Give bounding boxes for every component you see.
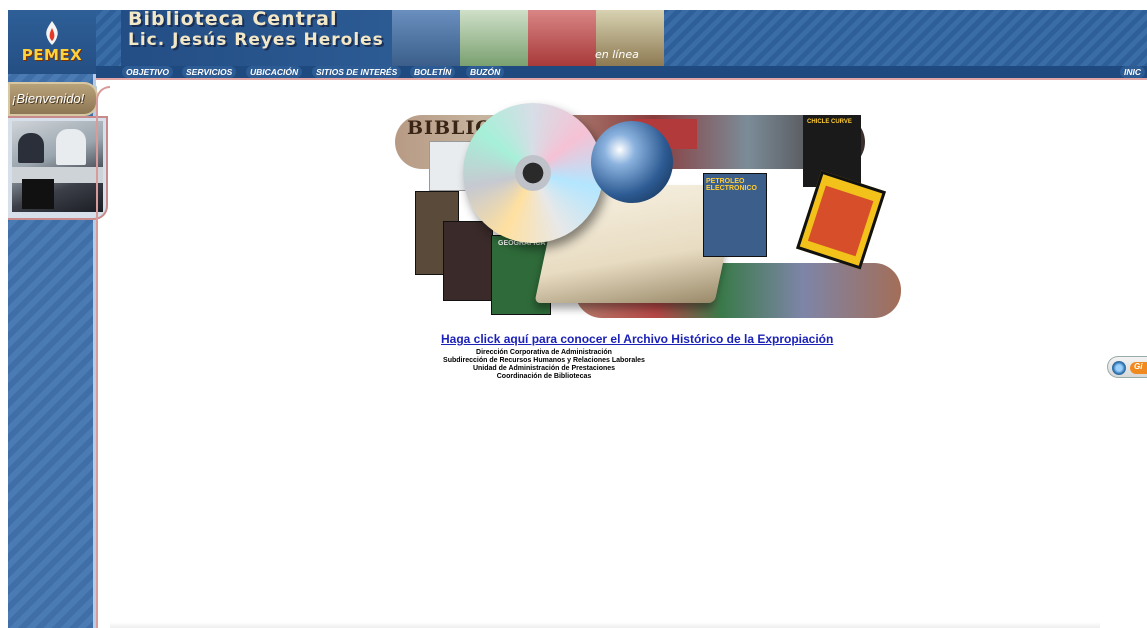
globe-badge-icon bbox=[1112, 361, 1126, 375]
library-collage-image[interactable]: BIBLIO GEOGRAFICA PETROLEO ELECTRONICO C… bbox=[395, 103, 901, 320]
nav-ubicacion[interactable]: UBICACIÓN bbox=[246, 66, 303, 78]
site-subtitle: Lic. Jesús Reyes Heroles bbox=[128, 30, 384, 50]
credit-line: Unidad de Administración de Prestaciones bbox=[472, 365, 616, 372]
nav-servicios[interactable]: SERVICIOS bbox=[182, 66, 237, 78]
credit-line: Subdirección de Recursos Humanos y Relac… bbox=[443, 357, 645, 364]
site-title: Biblioteca Central bbox=[128, 8, 338, 30]
badge-tab: Gi bbox=[1130, 362, 1147, 374]
pemex-flame-icon bbox=[46, 21, 58, 45]
side-badge-button[interactable]: Gi bbox=[1107, 356, 1147, 378]
bottom-shadow bbox=[110, 622, 1100, 628]
collage-magazine bbox=[443, 221, 493, 301]
welcome-tab: ¡Bienvenido! bbox=[8, 82, 98, 116]
nav-divider bbox=[96, 78, 1147, 86]
pemex-logo[interactable]: PEMEX bbox=[8, 10, 96, 74]
nav-boletin[interactable]: BOLETÍN bbox=[410, 66, 456, 78]
nav-sitios-de-interes[interactable]: SITIOS DE INTERÉS bbox=[312, 66, 402, 78]
sidebar-photo bbox=[12, 121, 103, 212]
nav-bar: OBJETIVO SERVICIOS UBICACIÓN SITIOS DE I… bbox=[96, 66, 1147, 78]
online-tagline: en línea bbox=[595, 48, 639, 61]
welcome-label: ¡Bienvenido! bbox=[12, 91, 85, 106]
cd-disc-icon bbox=[463, 103, 603, 243]
nav-buzon[interactable]: BUZÓN bbox=[466, 66, 505, 78]
globe-icon bbox=[591, 121, 673, 203]
content-edge bbox=[96, 86, 110, 628]
page: PEMEX ¡Bienvenido! Biblioteca Central Li… bbox=[0, 0, 1147, 628]
nav-inicio[interactable]: INIC bbox=[1120, 66, 1145, 78]
credit-line: Dirección Corporativa de Administración bbox=[476, 349, 612, 356]
collage-magazine-petroleo: PETROLEO ELECTRONICO bbox=[703, 173, 767, 257]
archivo-historico-link[interactable]: Haga click aquí para conocer el Archivo … bbox=[441, 332, 833, 346]
nav-objetivo[interactable]: OBJETIVO bbox=[122, 66, 173, 78]
credit-line: Coordinación de Bibliotecas bbox=[496, 373, 592, 380]
credits-block: Dirección Corporativa de Administración … bbox=[429, 349, 659, 381]
pemex-wordmark: PEMEX bbox=[21, 46, 83, 64]
